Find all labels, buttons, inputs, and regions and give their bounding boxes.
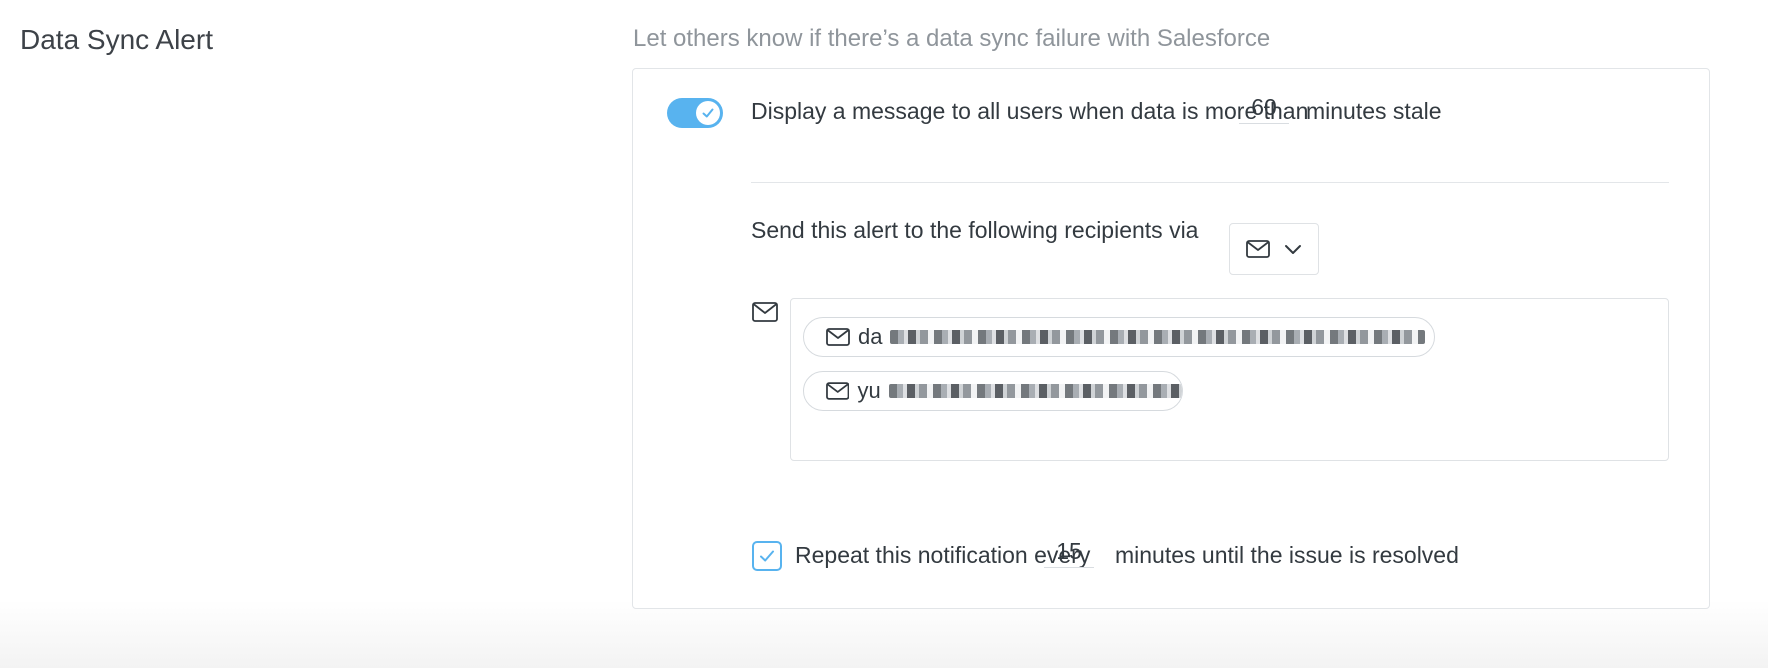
recipients-input-box[interactable]: da yu xyxy=(790,298,1669,461)
repeat-suffix: minutes until the issue is resolved xyxy=(1115,542,1459,568)
divider xyxy=(751,182,1669,183)
redacted-email xyxy=(890,330,1426,344)
check-icon xyxy=(702,108,714,118)
recipient-email-visible: da xyxy=(858,324,883,349)
repeat-checkbox[interactable] xyxy=(752,541,782,571)
bottom-fade xyxy=(0,600,1768,668)
mail-icon xyxy=(826,382,850,400)
repeat-minutes-input[interactable] xyxy=(1044,535,1094,568)
recipient-email-visible: yu xyxy=(857,378,881,403)
section-title: Data Sync Alert xyxy=(20,24,213,55)
chevron-down-icon xyxy=(1285,245,1301,254)
recipients-label: Send this alert to the following recipie… xyxy=(751,217,1199,243)
recipient-chip[interactable]: da xyxy=(803,317,1435,357)
stale-message-prefix: Display a message to all users when data… xyxy=(751,98,1309,124)
redacted-email xyxy=(888,384,1182,398)
section-description: Let others know if there’s a data sync f… xyxy=(633,25,1271,52)
stale-message-suffix: minutes stale xyxy=(1306,98,1442,124)
stale-message-toggle[interactable] xyxy=(667,98,723,128)
recipients-mail-icon xyxy=(752,302,778,322)
check-icon xyxy=(760,550,774,562)
alert-settings-card: Display a message to all users when data… xyxy=(632,68,1710,609)
mail-icon xyxy=(826,328,850,346)
mail-icon xyxy=(1246,240,1270,258)
recipient-chip[interactable]: yu xyxy=(803,371,1183,411)
toggle-knob xyxy=(696,101,720,125)
channel-dropdown[interactable] xyxy=(1229,223,1319,275)
stale-minutes-input[interactable] xyxy=(1239,91,1289,124)
